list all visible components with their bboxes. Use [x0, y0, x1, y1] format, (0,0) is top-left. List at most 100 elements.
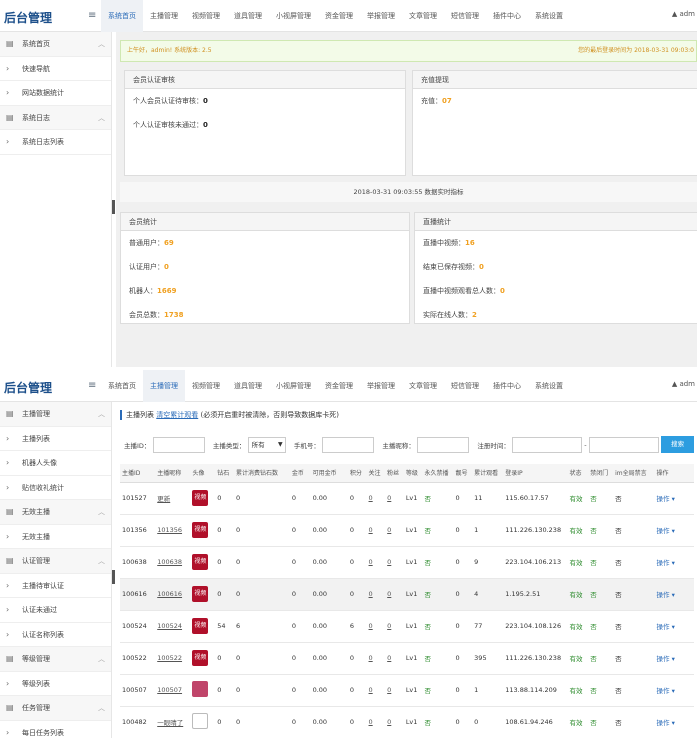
cell-nick[interactable]: 一眼晴了 [155, 706, 191, 738]
cell-nick[interactable]: 更新 [155, 482, 191, 515]
cell-fans: 0 [385, 706, 404, 738]
sidebar-item-2[interactable]: › 机器人头像 [0, 451, 111, 476]
start-date-input[interactable] [512, 436, 583, 453]
sidebar-item-10[interactable]: ▤ 等级管理 ︿ [0, 647, 111, 672]
sidebar-item-1[interactable]: › 快速导航 [0, 57, 111, 81]
sidebar-item-0[interactable]: ▤ 主播管理 ︿ [0, 402, 111, 427]
tab-9[interactable]: 插件中心 [486, 370, 528, 402]
tab-5[interactable]: 资金管理 [318, 0, 360, 32]
cell-level: Lv1 [403, 514, 423, 547]
cell-ip: 223.104.106.213 [503, 546, 568, 579]
user-menu[interactable]: ▲ adm [672, 10, 695, 18]
table-row[interactable]: 100522 100522 视频 0 0 0 0.00 0 0 0 Lv1 否 0 395 111.226.… [120, 642, 694, 675]
tab-7[interactable]: 文章管理 [402, 370, 444, 402]
table-row[interactable]: 100524 100524 视频 54 6 0 0.00 6 0 0 Lv1 否 0 77 223.104.… [120, 610, 694, 643]
sidebar-item-6[interactable]: ▤ 认证管理 ︿ [0, 549, 111, 574]
cell-op[interactable]: 操作 ▾ [654, 610, 694, 643]
sidebar-item-1[interactable]: › 主播列表 [0, 427, 111, 451]
tab-1[interactable]: 主播管理 [143, 370, 185, 402]
tab-10[interactable]: 系统设置 [528, 0, 570, 32]
phone-input[interactable] [322, 436, 375, 453]
hamburger-icon[interactable]: ≡ [88, 380, 96, 391]
table-row[interactable]: 101527 更新 视频 0 0 0 0.00 0 0 0 Lv1 否 0 11 115.60.17.57 有… [120, 482, 694, 515]
sidebar-item-12[interactable]: ▤ 任务管理 ︿ [0, 696, 111, 721]
table-row[interactable]: 100638 100638 视频 0 0 0 0.00 0 0 0 Lv1 否 0 9 223.104.10… [120, 546, 694, 579]
tab-4[interactable]: 小视屏管理 [269, 370, 318, 402]
sidebar-item-3[interactable]: › 贴信收礼统计 [0, 476, 111, 500]
chevron-up-icon: ︿ [98, 508, 105, 516]
hamburger-icon[interactable]: ≡ [88, 10, 96, 21]
user-menu[interactable]: ▲ adm [672, 380, 695, 388]
sidebar-item-9[interactable]: › 认证名称列表 [0, 623, 111, 647]
sidebar-item-11[interactable]: › 等级列表 [0, 672, 111, 696]
cell-op[interactable]: 操作 ▾ [654, 546, 694, 579]
tab-2[interactable]: 视频管理 [185, 0, 227, 32]
tab-8[interactable]: 短信管理 [444, 370, 486, 402]
sidebar-item-label: 认证未通过 [22, 606, 57, 614]
cell-coins: 0 [289, 578, 311, 611]
cell-views: 77 [472, 610, 504, 643]
table-row[interactable]: 101356 101356 视频 0 0 0 0.00 0 0 0 Lv1 否 0 1 111.226.13… [120, 514, 694, 547]
sidebar-collapse-handle[interactable] [112, 200, 115, 214]
cell-nick[interactable]: 100524 [155, 610, 191, 643]
tab-7[interactable]: 文章管理 [402, 0, 444, 32]
cell-op[interactable]: 操作 ▾ [654, 642, 694, 675]
stat-row: 机器人：1669 [121, 279, 409, 303]
top-navbar: 后台管理 ≡ 系统首页 主播管理 视频管理 道具管理 小视屏管理 资金管理 举报管理 文章管理… [0, 370, 697, 402]
sidebar-item-3[interactable]: ▤ 系统日志 ︿ [0, 105, 111, 130]
tab-8[interactable]: 短信管理 [444, 0, 486, 32]
avatar: 视频 [192, 618, 209, 634]
cell-nick[interactable]: 100616 [155, 578, 191, 611]
tab-3[interactable]: 道具管理 [227, 0, 269, 32]
sidebar-collapse-handle[interactable] [112, 570, 115, 584]
phone-label: 手机号： [293, 441, 320, 450]
cell-nick[interactable]: 100507 [155, 674, 191, 707]
chevron-right-icon: › [6, 629, 10, 639]
sidebar-item-2[interactable]: › 网站数据统计 [0, 81, 111, 106]
id-input[interactable] [152, 436, 205, 453]
column-header: 金币 [289, 464, 311, 483]
avatar: 视频 [192, 650, 209, 666]
sidebar-item-4[interactable]: ▤ 无效主播 ︿ [0, 500, 111, 525]
cell-im: 否 [613, 546, 655, 579]
sidebar-item-13[interactable]: › 每日任务列表 [0, 721, 111, 738]
table-row[interactable]: 100482 一眼晴了 0 0 0 0.00 0 0 0 Lv1 否 0 0 108.61.94.246 有… [120, 706, 694, 738]
tab-5[interactable]: 资金管理 [318, 370, 360, 402]
row-label: 结束已保存视频： [423, 263, 479, 271]
sidebar-item-7[interactable]: › 主播待审认证 [0, 574, 111, 598]
tab-6[interactable]: 举报管理 [360, 370, 402, 402]
sidebar-item-4[interactable]: › 系统日志列表 [0, 130, 111, 155]
cell-nick[interactable]: 101356 [155, 514, 191, 547]
cell-op[interactable]: 操作 ▾ [654, 578, 694, 611]
table-row[interactable]: 100616 100616 视频 0 0 0 0.00 0 0 0 Lv1 否 0 4 1.195.2.51… [120, 578, 694, 611]
tab-0[interactable]: 系统首页 [101, 0, 143, 32]
sidebar-item-5[interactable]: › 无效主播 [0, 525, 111, 549]
sidebar-item-0[interactable]: ▤ 系统首页 ︿ [0, 32, 111, 57]
end-date-input[interactable] [588, 436, 659, 453]
tab-2[interactable]: 视频管理 [185, 370, 227, 402]
tab-4[interactable]: 小视屏管理 [269, 0, 318, 32]
cell-views: 395 [472, 642, 504, 675]
tab-1[interactable]: 主播管理 [143, 0, 185, 32]
cell-points: 0 [347, 578, 367, 611]
cell-nick[interactable]: 100522 [155, 642, 191, 675]
cell-op[interactable]: 操作 ▾ [654, 674, 694, 707]
cell-op[interactable]: 操作 ▾ [654, 706, 694, 738]
cell-door: 否 [588, 674, 614, 707]
tab-0[interactable]: 系统首页 [101, 370, 143, 402]
stat-row: 普通用户：69 [121, 231, 409, 255]
type-select[interactable]: 所有 ▼ [247, 436, 286, 453]
table-row[interactable]: 100507 100507 0 0 0 0.00 0 0 0 Lv1 否 0 1 113.88.114.2… [120, 674, 694, 707]
cell-follow: 0 [366, 674, 386, 707]
search-button[interactable]: 搜索 [661, 436, 695, 453]
sidebar-item-8[interactable]: › 认证未通过 [0, 598, 111, 623]
cell-op[interactable]: 操作 ▾ [654, 482, 694, 515]
nick-input[interactable] [417, 436, 470, 453]
tab-10[interactable]: 系统设置 [528, 370, 570, 402]
tab-9[interactable]: 插件中心 [486, 0, 528, 32]
clear-views-link[interactable]: 清空累计观看 [156, 411, 198, 419]
tab-3[interactable]: 道具管理 [227, 370, 269, 402]
tab-6[interactable]: 举报管理 [360, 0, 402, 32]
cell-op[interactable]: 操作 ▾ [654, 514, 694, 547]
cell-nick[interactable]: 100638 [155, 546, 191, 579]
